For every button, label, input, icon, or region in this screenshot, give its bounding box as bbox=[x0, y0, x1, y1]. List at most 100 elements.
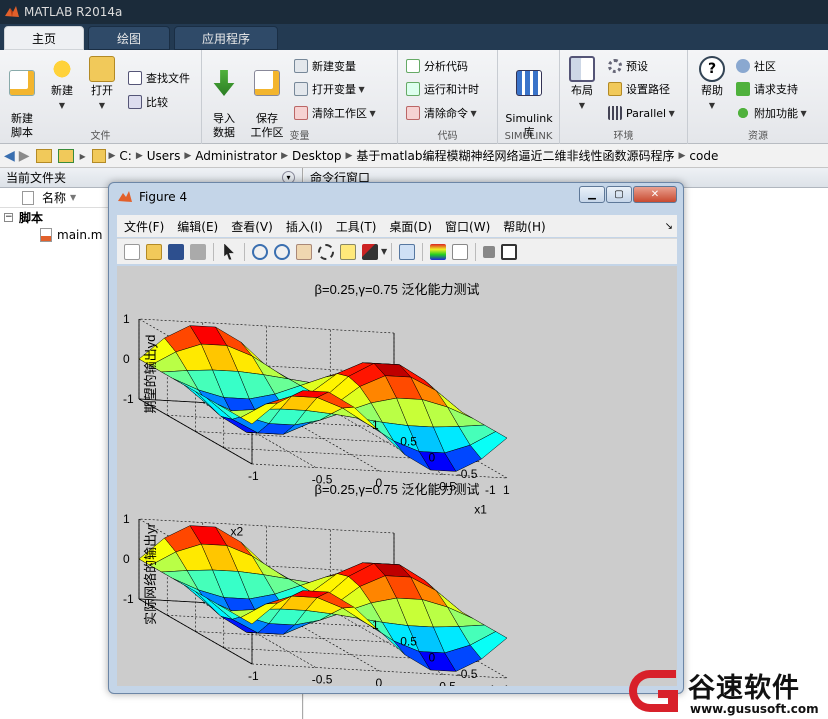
menu-window[interactable]: 窗口(W) bbox=[445, 218, 490, 235]
set-path-icon bbox=[608, 82, 622, 96]
save-icon[interactable] bbox=[168, 243, 184, 260]
show-tools-icon[interactable] bbox=[501, 243, 518, 260]
compare-button[interactable]: 比较 bbox=[128, 92, 168, 112]
new-figure-icon[interactable] bbox=[124, 243, 140, 260]
rotate-3d-icon[interactable] bbox=[318, 243, 334, 260]
menu-view[interactable]: 查看(V) bbox=[231, 218, 273, 235]
y-tick-label: -1 bbox=[485, 483, 496, 497]
open-file-icon[interactable] bbox=[146, 243, 162, 260]
help-button[interactable]: ? 帮助 ▼ bbox=[694, 56, 730, 113]
simulink-library-button[interactable]: Simulink 库 bbox=[504, 56, 554, 140]
community-button[interactable]: 社区 bbox=[736, 56, 776, 76]
print-icon[interactable] bbox=[190, 243, 206, 260]
menu-edit[interactable]: 编辑(E) bbox=[177, 218, 218, 235]
z-tick-label: -1 bbox=[123, 592, 134, 606]
chevron-right-icon: ▶ bbox=[105, 150, 116, 161]
group-code-label: 代码 bbox=[437, 131, 458, 142]
watermark: 谷速软件 www.gususoft.com bbox=[628, 662, 828, 719]
browse-folder-icon[interactable] bbox=[57, 148, 74, 163]
collapse-icon[interactable]: − bbox=[4, 212, 13, 222]
breadcrumb-code[interactable]: code bbox=[689, 149, 718, 163]
breadcrumb-desktop[interactable]: Desktop bbox=[292, 149, 342, 163]
breadcrumb-users[interactable]: Users bbox=[147, 149, 181, 163]
data-cursor-icon[interactable] bbox=[340, 243, 356, 260]
y-tick-label: 0.5 bbox=[400, 634, 417, 648]
breadcrumb-administrator[interactable]: Administrator bbox=[195, 149, 277, 163]
back-arrow-icon[interactable]: ◀ bbox=[4, 148, 15, 164]
matlab-logo-icon bbox=[5, 6, 19, 17]
menu-insert[interactable]: 插入(I) bbox=[286, 218, 323, 235]
hide-tools-icon[interactable] bbox=[483, 245, 496, 258]
dock-arrow-icon[interactable]: ↘ bbox=[665, 221, 673, 232]
x-tick-label: 1 bbox=[503, 483, 510, 497]
up-folder-icon[interactable] bbox=[35, 148, 52, 163]
request-support-button[interactable]: 请求支持 bbox=[736, 79, 798, 99]
close-button[interactable]: ✕ bbox=[633, 186, 677, 203]
clear-workspace-icon bbox=[294, 106, 308, 120]
help-icon: ? bbox=[699, 56, 725, 82]
link-plot-icon[interactable] bbox=[399, 243, 416, 260]
tab-home[interactable]: 主页 bbox=[4, 26, 84, 50]
y-tick-label: 0 bbox=[429, 451, 436, 465]
menu-help[interactable]: 帮助(H) bbox=[503, 218, 545, 235]
analyze-code-button[interactable]: 分析代码 bbox=[406, 56, 468, 76]
group-simulink: Simulink 库 SIMULINK bbox=[498, 50, 560, 144]
brush-icon[interactable] bbox=[362, 243, 378, 260]
z-axis-label: 实际网络的输出yr bbox=[143, 522, 158, 625]
parallel-button[interactable]: Parallel ▼ bbox=[608, 103, 675, 123]
breadcrumb-project[interactable]: 基于matlab编程模糊神经网络逼近二维非线性函数源码程序 bbox=[356, 147, 674, 164]
find-files-button[interactable]: 查找文件 bbox=[128, 68, 190, 88]
zoom-out-icon[interactable] bbox=[274, 243, 290, 260]
z-tick-label: 1 bbox=[123, 312, 130, 326]
maximize-button[interactable]: ▢ bbox=[606, 186, 632, 203]
group-resources: ? 帮助 ▼ 社区 请求支持 附加功能 ▼ 资源 bbox=[688, 50, 828, 144]
parallel-icon bbox=[608, 106, 622, 120]
new-button[interactable]: 新建 ▼ bbox=[44, 56, 80, 113]
colorbar-icon[interactable] bbox=[430, 243, 447, 260]
menu-desktop[interactable]: 桌面(D) bbox=[389, 218, 432, 235]
open-button[interactable]: 打开 ▼ bbox=[84, 56, 120, 113]
new-variable-icon bbox=[294, 59, 308, 73]
tab-plots[interactable]: 绘图 bbox=[88, 26, 170, 50]
figure-window[interactable]: Figure 4 ▁ ▢ ✕ 文件(F) 编辑(E) 查看(V) 插入(I) 工… bbox=[108, 182, 684, 716]
add-ons-button[interactable]: 附加功能 ▼ bbox=[736, 103, 807, 123]
run-and-time-button[interactable]: 运行和计时 bbox=[406, 79, 479, 99]
figure-canvas[interactable]: -1 -0.5 0 0.5 1 1 0.5 0 -0.5 -1 1 0 -1 β=0.25,γ=0.75 … bbox=[117, 266, 677, 716]
breadcrumb-c[interactable]: C: bbox=[119, 149, 131, 163]
zoom-in-icon[interactable] bbox=[252, 243, 268, 260]
preferences-button[interactable]: 预设 bbox=[608, 56, 648, 76]
compare-icon bbox=[128, 95, 142, 109]
z-tick-label: 1 bbox=[123, 512, 130, 526]
y-tick-label: 1 bbox=[372, 618, 379, 632]
gear-icon bbox=[608, 59, 622, 73]
clear-commands-button[interactable]: 清除命令 ▼ bbox=[406, 103, 477, 123]
address-separator-icon: ▸ bbox=[79, 148, 86, 163]
brand-url: www.gususoft.com bbox=[690, 702, 819, 716]
new-variable-button[interactable]: 新建变量 bbox=[294, 56, 356, 76]
open-variable-button[interactable]: 打开变量 ▼ bbox=[294, 79, 365, 99]
legend-icon[interactable] bbox=[452, 243, 469, 260]
minimize-button[interactable]: ▁ bbox=[579, 186, 605, 203]
find-files-icon bbox=[128, 71, 142, 85]
set-path-button[interactable]: 设置路径 bbox=[608, 79, 670, 99]
x-tick-label: -0.5 bbox=[312, 673, 333, 687]
figure-logo-icon bbox=[118, 191, 132, 202]
ribbon: 新建 脚本 新建▼ 打开▼ 查找文件 比较 文件 导入 数据 保存 工作区 bbox=[0, 50, 828, 144]
plot-title: β=0.25,γ=0.75 泛化能力测试 bbox=[315, 282, 480, 297]
pointer-icon[interactable] bbox=[224, 243, 234, 260]
menu-file[interactable]: 文件(F) bbox=[124, 218, 164, 235]
simulink-library-icon bbox=[516, 70, 542, 96]
clear-workspace-button[interactable]: 清除工作区 ▼ bbox=[294, 103, 376, 123]
add-ons-icon bbox=[736, 106, 750, 120]
tab-apps[interactable]: 应用程序 bbox=[174, 26, 278, 50]
menu-tools[interactable]: 工具(T) bbox=[336, 218, 377, 235]
analyze-code-icon bbox=[406, 59, 420, 73]
run-and-time-icon bbox=[406, 82, 420, 96]
y-tick-label: 0 bbox=[429, 651, 436, 665]
group-code: 分析代码 运行和计时 清除命令 ▼ 代码 bbox=[398, 50, 498, 144]
layout-button[interactable]: 布局 ▼ bbox=[564, 56, 600, 113]
brush-menu-icon[interactable]: ▼ bbox=[381, 247, 387, 256]
forward-arrow-icon[interactable]: ▶ bbox=[19, 148, 30, 164]
pan-hand-icon[interactable] bbox=[296, 243, 312, 260]
app-titlebar: MATLAB R2014a bbox=[0, 0, 828, 24]
